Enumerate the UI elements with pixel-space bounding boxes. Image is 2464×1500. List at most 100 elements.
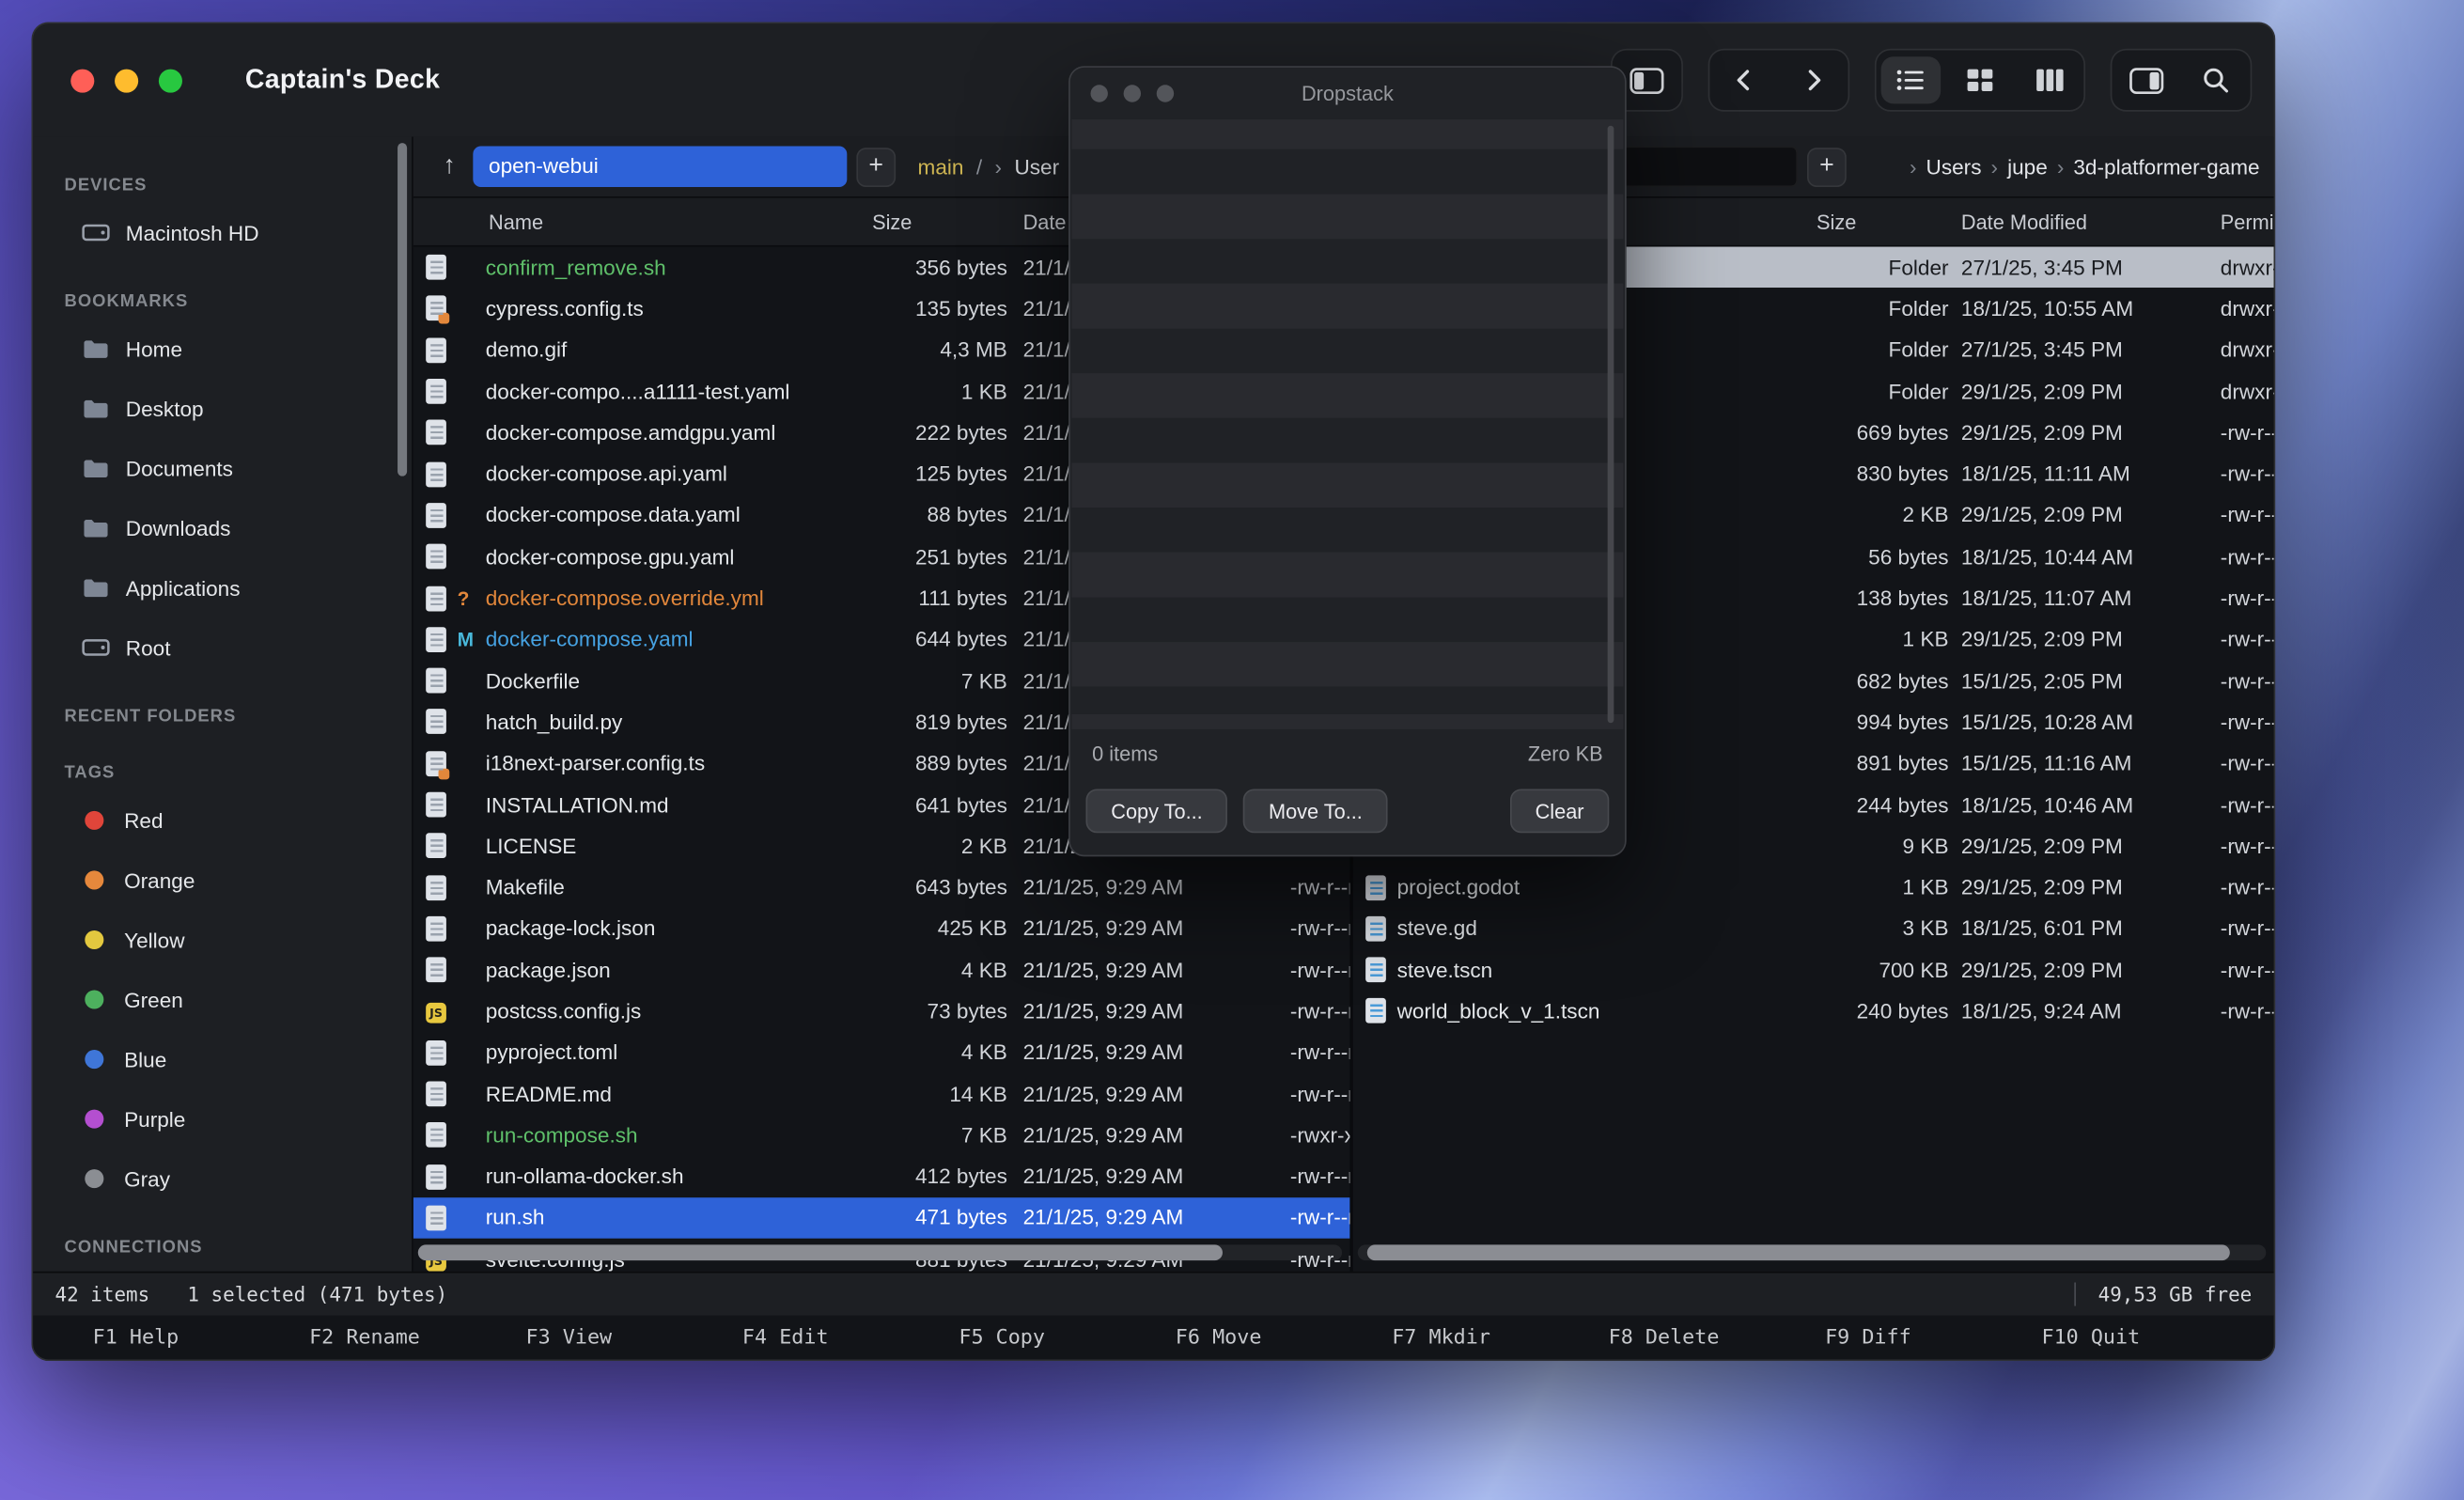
function-key[interactable]: F3 View (526, 1325, 742, 1349)
scrollbar-thumb[interactable] (418, 1244, 1222, 1260)
breadcrumb-item[interactable]: › jupe (1982, 155, 2048, 179)
file-date: 18/1/25, 10:44 AM (1949, 545, 2221, 569)
file-row[interactable]: run.sh 471 bytes 21/1/25, 9:29 AM -rw-r-… (413, 1197, 1350, 1239)
file-date: 18/1/25, 11:11 AM (1949, 462, 2221, 486)
copy-to-button[interactable]: Copy To... (1085, 789, 1227, 833)
sidebar-tag[interactable]: Purple (33, 1089, 412, 1149)
forward-button[interactable] (1779, 51, 1848, 111)
status-bar: 42 items 1 selected (471 bytes) 49,53 GB… (33, 1272, 2274, 1316)
column-header-permissions[interactable]: Permissions (2221, 210, 2276, 233)
sidebar-tag[interactable]: Red (33, 790, 412, 851)
file-row[interactable]: postcss.config.js 73 bytes 21/1/25, 9:29… (413, 991, 1350, 1032)
file-icon (1365, 875, 1386, 900)
file-icon (426, 503, 446, 528)
sidebar-tag[interactable]: Blue (33, 1029, 412, 1089)
dropstack-titlebar: Dropstack (1070, 68, 1625, 119)
file-size: Folder (1804, 297, 1949, 320)
function-key[interactable]: F9 Diff (1825, 1325, 2041, 1349)
file-name: steve.tscn (1397, 959, 1804, 982)
file-size: 641 bytes (850, 793, 1007, 817)
file-size: 889 bytes (850, 752, 1007, 775)
file-row[interactable]: run-ollama-docker.sh 412 bytes 21/1/25, … (413, 1156, 1350, 1197)
sidebar-item-bookmark[interactable]: Applications (33, 558, 412, 618)
file-name: world_block_v_1.tscn (1397, 999, 1804, 1023)
file-icon (426, 461, 446, 487)
file-permissions: -rw-r--r-- (2221, 504, 2274, 527)
sidebar-item-bookmark[interactable]: Downloads (33, 498, 412, 558)
right-horizontal-scrollbar[interactable] (1358, 1244, 2267, 1260)
file-row[interactable]: package-lock.json 425 KB 21/1/25, 9:29 A… (413, 908, 1350, 949)
file-row[interactable]: world_block_v_1.tscn 240 bytes 18/1/25, … (1353, 991, 2274, 1032)
sidebar-tag[interactable]: Yellow (33, 910, 412, 970)
sidebar-item-label: Macintosh HD (126, 221, 259, 244)
sidebar-item-bookmark[interactable]: Root (33, 617, 412, 678)
sidebar-scrollbar[interactable] (398, 143, 407, 477)
file-size: 244 bytes (1804, 793, 1949, 817)
sidebar-tag[interactable]: Gray (33, 1148, 412, 1209)
clear-button[interactable]: Clear (1510, 789, 1609, 833)
zoom-button[interactable] (159, 69, 182, 92)
file-row[interactable]: steve.tscn 700 KB 29/1/25, 2:09 PM -rw-r… (1353, 949, 2274, 991)
search-button[interactable] (2181, 51, 2251, 111)
section-title-recent-folders: RECENT FOLDERS (33, 699, 412, 734)
file-size: 891 bytes (1804, 752, 1949, 775)
file-row[interactable]: README.md 14 KB 21/1/25, 9:29 AM -rw-r--… (413, 1073, 1350, 1115)
sidebar-item-label: Applications (126, 576, 241, 600)
columns-view-button[interactable] (2015, 51, 2084, 111)
file-row[interactable]: Makefile 643 bytes 21/1/25, 9:29 AM -rw-… (413, 867, 1350, 908)
file-row[interactable]: steve.gd 3 KB 18/1/25, 6:01 PM -rw-r--r-… (1353, 908, 2274, 949)
file-icon (426, 1003, 446, 1023)
file-row[interactable]: project.godot 1 KB 29/1/25, 2:09 PM -rw-… (1353, 867, 2274, 908)
scrollbar-thumb[interactable] (1366, 1244, 2229, 1260)
file-icon (426, 544, 446, 570)
sidebar-tag[interactable]: Green (33, 970, 412, 1030)
column-header-size[interactable]: Size (850, 210, 1007, 233)
left-horizontal-scrollbar[interactable] (418, 1244, 1342, 1260)
close-button[interactable] (70, 69, 94, 92)
path-segment-field[interactable]: open-webui (473, 147, 847, 187)
column-header-name[interactable]: Name (486, 210, 850, 233)
function-key[interactable]: F8 Delete (1609, 1325, 1825, 1349)
minimize-button[interactable] (115, 69, 138, 92)
file-date: 15/1/25, 2:05 PM (1949, 669, 2221, 693)
file-row[interactable]: run-compose.sh 7 KB 21/1/25, 9:29 AM -rw… (413, 1115, 1350, 1156)
file-date: 21/1/25, 9:29 AM (1007, 1123, 1287, 1147)
breadcrumb-item[interactable]: › Users (1900, 155, 1982, 179)
file-row[interactable]: pyproject.toml 4 KB 21/1/25, 9:29 AM -rw… (413, 1032, 1350, 1073)
grid-view-button[interactable] (1945, 51, 2015, 111)
dropstack-scrollbar[interactable] (1608, 126, 1614, 723)
breadcrumb-item[interactable]: › 3d-platformer-game (2048, 155, 2260, 179)
file-name: docker-compose.gpu.yaml (486, 545, 850, 569)
function-key[interactable]: F1 Help (93, 1325, 309, 1349)
file-permissions: -rw-r--r-- (1287, 917, 1350, 941)
function-key[interactable]: F7 Mkdir (1392, 1325, 1608, 1349)
file-date: 15/1/25, 10:28 AM (1949, 711, 2221, 734)
function-key[interactable]: F5 Copy (959, 1325, 1175, 1349)
file-icon (426, 1123, 446, 1148)
sidebar-item-bookmark[interactable]: Desktop (33, 379, 412, 439)
sidebar-item-device[interactable]: Macintosh HD (33, 203, 412, 263)
up-directory-button[interactable]: ↑ (426, 154, 473, 180)
function-key[interactable]: F2 Rename (309, 1325, 525, 1349)
chevron-right-icon (1800, 66, 1828, 94)
function-key[interactable]: F10 Quit (2041, 1325, 2257, 1349)
tag-label: Purple (124, 1107, 185, 1131)
file-date: 21/1/25, 9:29 AM (1007, 999, 1287, 1023)
column-header-size[interactable]: Size (1804, 210, 1949, 233)
sidebar-tag[interactable]: Orange (33, 851, 412, 911)
add-tab-button[interactable]: + (1807, 147, 1847, 186)
free-space: 49,53 GB free (2098, 1283, 2253, 1306)
file-size: 125 bytes (850, 462, 1007, 486)
sidebar-item-bookmark[interactable]: Home (33, 319, 412, 379)
add-tab-button[interactable]: + (856, 147, 896, 186)
back-button[interactable] (1709, 51, 1779, 111)
sidebar-item-bookmark[interactable]: Documents (33, 439, 412, 499)
view-mode-group (1875, 49, 2085, 112)
column-header-date-modified[interactable]: Date Modified (1949, 210, 2221, 233)
move-to-button[interactable]: Move To... (1243, 789, 1387, 833)
list-view-button[interactable] (1881, 56, 1942, 103)
panel-toggle-button[interactable] (2112, 51, 2181, 111)
function-key[interactable]: F4 Edit (742, 1325, 959, 1349)
file-row[interactable]: package.json 4 KB 21/1/25, 9:29 AM -rw-r… (413, 949, 1350, 991)
function-key[interactable]: F6 Move (1176, 1325, 1392, 1349)
